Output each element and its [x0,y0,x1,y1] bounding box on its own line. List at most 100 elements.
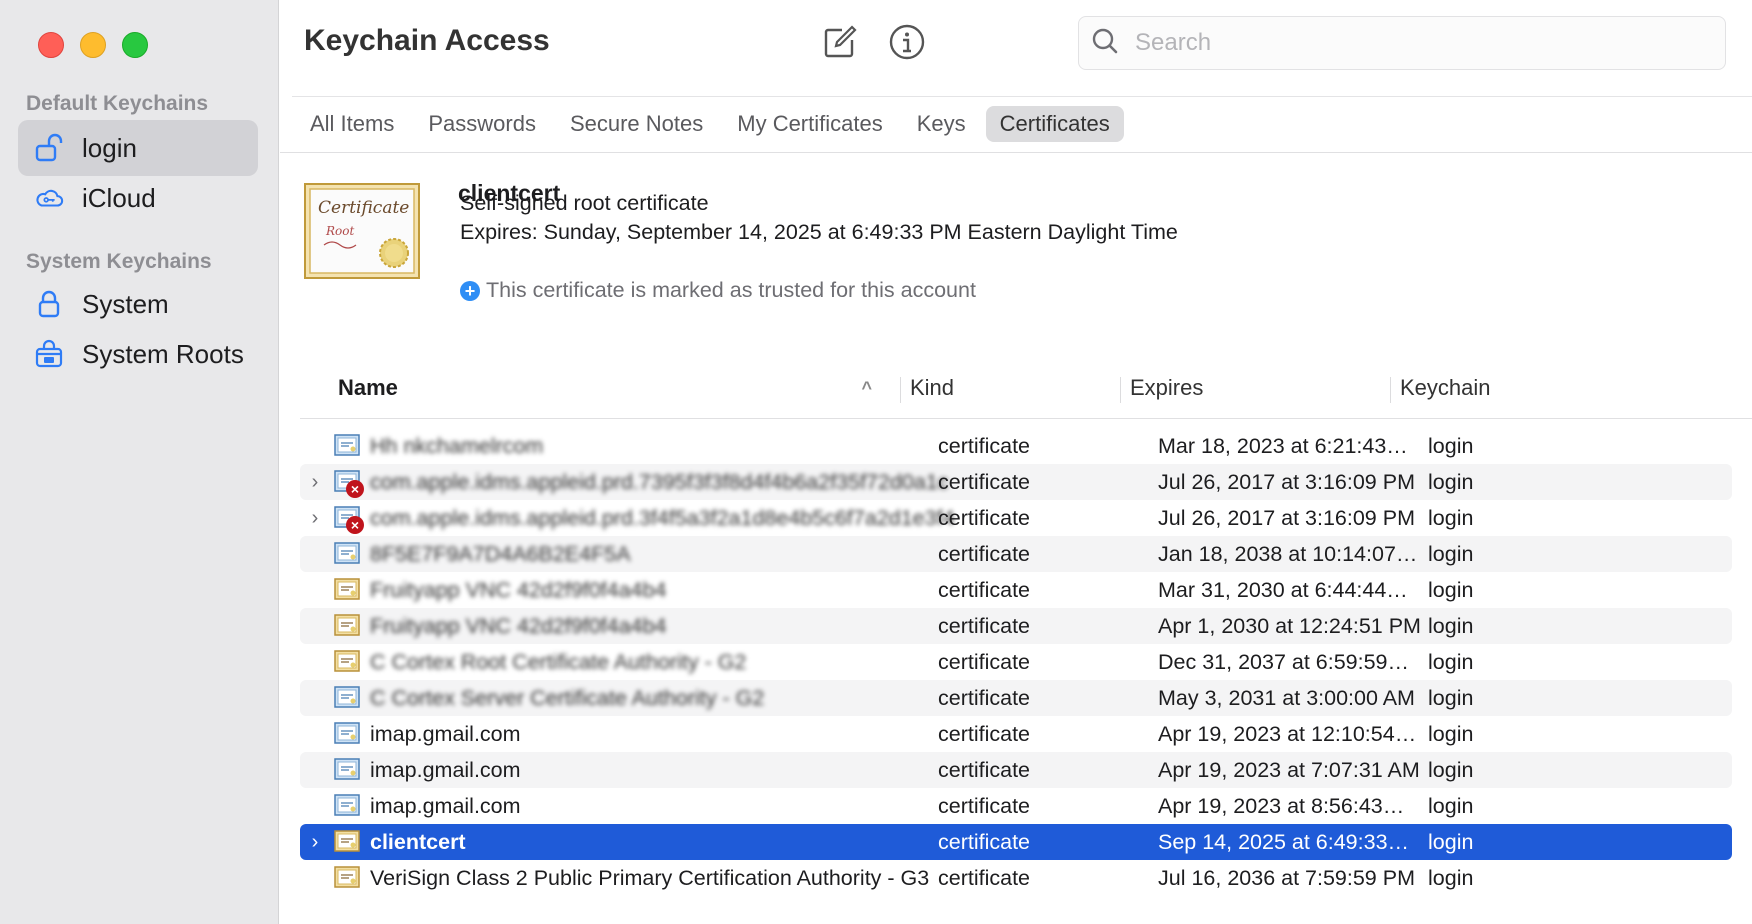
cert-keychain-cell: login [1428,577,1474,602]
certificate-icon [334,722,360,752]
certificate-icon [334,758,360,788]
table-row[interactable]: C Cortex Server Certificate Authority - … [300,680,1732,716]
certificate-icon [334,614,360,644]
new-item-button[interactable] [818,22,862,66]
tab-keys[interactable]: Keys [903,106,980,142]
column-separator [1120,377,1121,403]
cert-keychain-cell: login [1428,829,1474,854]
disclosure-chevron-icon[interactable]: › [308,831,322,854]
sidebar-item-system[interactable]: System [18,276,258,332]
column-separator [900,377,901,403]
cert-keychain-cell: login [1428,649,1474,674]
certificate-icon [334,794,360,824]
cert-expires-cell: Dec 31, 2037 at 6:59:59… [1158,649,1410,674]
cert-kind-cell: certificate [938,721,1031,746]
table-row[interactable]: › × com.apple.idms.appleid.prd.7395f3f3f8d… [300,464,1732,500]
disclosure-chevron-icon[interactable]: › [308,507,322,530]
cert-kind-cell: certificate [938,757,1031,782]
tabs-divider [280,152,1752,153]
cert-keychain-cell: login [1428,865,1474,890]
certificate-icon [334,830,360,860]
search-field[interactable] [1078,16,1726,70]
cert-kind-cell: certificate [938,793,1031,818]
column-header-name-label: Name [338,375,398,400]
certificate-table: Hh nkchamelrcom certificate Mar 18, 2023 a… [300,428,1732,896]
cert-kind-cell: certificate [938,505,1031,530]
cert-kind-cell: certificate [938,829,1031,854]
certificate-large-icon: Certificate Root [304,183,420,284]
column-header-name[interactable]: Name ^ [338,366,878,410]
tab-certificates[interactable]: Certificates [985,106,1124,142]
detail-trust-status: + This certificate is marked as trusted … [460,278,976,303]
detail-cert-type: Self-signed root certificate [460,191,709,215]
table-row[interactable]: › × com.apple.idms.appleid.prd.3f4f5a3f2a1… [300,500,1732,536]
cert-keychain-cell: login [1428,757,1474,782]
table-row[interactable]: VeriSign Class 2 Public Primary Certific… [300,860,1732,896]
sidebar-item-login[interactable]: login [18,120,258,176]
column-header-kind[interactable]: Kind [910,366,954,410]
table-row[interactable]: imap.gmail.com certificate Apr 19, 2023 at… [300,788,1732,824]
table-row[interactable]: Fruityapp VNC 42d2f9f0f4a4b4 certificate A… [300,608,1732,644]
cert-name-cell: com.apple.idms.appleid.prd.3f4f5a3f2a1d8… [370,505,955,530]
tab-passwords[interactable]: Passwords [414,106,550,142]
tab-my-certificates[interactable]: My Certificates [723,106,896,142]
zoom-window-button[interactable] [122,32,148,58]
sidebar-item-label: iCloud [82,182,156,213]
table-row[interactable]: C Cortex Root Certificate Authority - G2… [300,644,1732,680]
sidebar-item-icloud[interactable]: iCloud [18,170,258,226]
table-row[interactable]: › clientcert certificate Sep 14, 2025 at 6:… [300,824,1732,860]
cert-kind-cell: certificate [938,613,1031,638]
cert-name-cell: imap.gmail.com [370,721,521,746]
search-input[interactable] [1133,28,1697,58]
sidebar-item-system-roots[interactable]: System Roots [18,326,258,382]
sidebar-item-label: login [82,132,137,163]
cert-keychain-cell: login [1428,505,1474,530]
column-header-keychain[interactable]: Keychain [1400,366,1491,410]
cert-name-cell: Hh nkchamelrcom [370,433,544,458]
certificate-image-subtitle: Root [325,224,354,238]
cert-expires-cell: Mar 31, 2030 at 6:44:44… [1158,577,1408,602]
cert-expires-cell: Sep 14, 2025 at 6:49:33… [1158,829,1410,854]
tab-secure-notes[interactable]: Secure Notes [556,106,717,142]
cert-keychain-cell: login [1428,613,1474,638]
cert-kind-cell: certificate [938,865,1031,890]
column-header-expires[interactable]: Expires [1130,366,1203,410]
info-button[interactable] [885,22,929,66]
cert-expires-cell: Apr 19, 2023 at 7:07:31 AM [1158,757,1420,782]
cert-expires-cell: Apr 19, 2023 at 12:10:54… [1158,721,1417,746]
cert-name-cell: clientcert [370,829,466,854]
cert-name-cell: C Cortex Root Certificate Authority - G2 [370,649,747,674]
certificate-icon [334,434,360,464]
certificate-icon: × [334,506,364,536]
cert-kind-cell: certificate [938,577,1031,602]
table-row[interactable]: Fruityapp VNC 42d2f9f0f4a4b4 certificate M… [300,572,1732,608]
table-row[interactable]: imap.gmail.com certificate Apr 19, 2023 at… [300,716,1732,752]
sidebar-item-label: System Roots [82,338,244,369]
disclosure-chevron-icon[interactable]: › [308,471,322,494]
cert-keychain-cell: login [1428,541,1474,566]
cert-kind-cell: certificate [938,433,1031,458]
sort-ascending-icon: ^ [861,377,872,398]
cert-name-cell: imap.gmail.com [370,793,521,818]
sidebar-section-default: Default Keychains [26,92,209,115]
minimize-window-button[interactable] [80,32,106,58]
table-row[interactable]: Hh nkchamelrcom certificate Mar 18, 2023 a… [300,428,1732,464]
icloud-icon [34,183,64,213]
lock-icon [34,289,64,319]
table-row[interactable]: 8F5E7F9A7D4A6B2E4F5A certificate Jan 18, 2… [300,536,1732,572]
certificate-icon [334,866,360,896]
cert-name-cell: imap.gmail.com [370,757,521,782]
unlock-icon [34,133,64,163]
table-row[interactable]: imap.gmail.com certificate Apr 19, 2023 at… [300,752,1732,788]
detail-trust-text: This certificate is marked as trusted fo… [486,278,976,302]
cert-expires-cell: Jul 16, 2036 at 7:59:59 PM [1158,865,1415,890]
cert-name-cell: Fruityapp VNC 42d2f9f0f4a4b4 [370,613,667,638]
cert-expires-cell: Jul 26, 2017 at 3:16:09 PM [1158,469,1415,494]
cert-expires-cell: Apr 1, 2030 at 12:24:51 PM [1158,613,1421,638]
tab-all-items[interactable]: All Items [296,106,408,142]
cert-expires-cell: May 3, 2031 at 3:00:00 AM [1158,685,1415,710]
cert-name-cell: VeriSign Class 2 Public Primary Certific… [370,865,930,890]
cert-expires-cell: Apr 19, 2023 at 8:56:43… [1158,793,1405,818]
close-window-button[interactable] [38,32,64,58]
keychain-window: Default Keychains login iCloud System Ke… [0,0,1752,924]
